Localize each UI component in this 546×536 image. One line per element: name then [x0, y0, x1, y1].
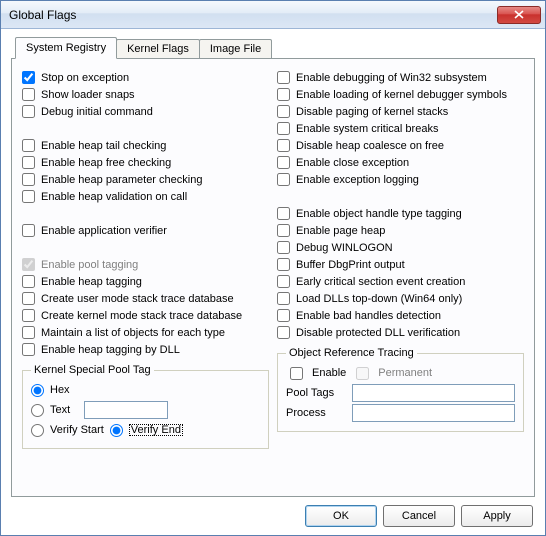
chk-enable-loading-kernel-dbg-symbols[interactable]: Enable loading of kernel debugger symbol…: [277, 86, 524, 103]
chk-ort-permanent: [356, 367, 369, 380]
chk-disable-paging-kernel-stacks[interactable]: Disable paging of kernel stacks: [277, 103, 524, 120]
checkbox-label: Permanent: [378, 367, 432, 379]
chk-enable-heap-tail-checking[interactable]: Enable heap tail checking: [22, 137, 269, 154]
cancel-button[interactable]: Cancel: [383, 505, 455, 527]
radio-label: Hex: [50, 384, 70, 396]
chk-create-user-mode-stack-trace-db[interactable]: Create user mode stack trace database: [22, 290, 269, 307]
tab-label: Image File: [210, 43, 261, 55]
chk-show-loader-snaps[interactable]: Show loader snaps: [22, 86, 269, 103]
chk-enable-object-handle-type-tagging[interactable]: Enable object handle type tagging: [277, 205, 524, 222]
dialog-buttons: OK Cancel Apply: [11, 497, 535, 527]
tab-system-registry[interactable]: System Registry: [15, 37, 117, 59]
chk-enable-heap-free-checking[interactable]: Enable heap free checking: [22, 154, 269, 171]
chk-maintain-list-of-objects[interactable]: Maintain a list of objects for each type: [22, 324, 269, 341]
close-icon: [514, 10, 524, 19]
radio-verify-start[interactable]: [31, 424, 44, 437]
checkbox-label: Enable: [312, 367, 346, 379]
chk-stop-on-exception[interactable]: Stop on exception: [22, 69, 269, 86]
chk-enable-heap-tagging-by-dll[interactable]: Enable heap tagging by DLL: [22, 341, 269, 358]
radio-verify-end[interactable]: [110, 424, 123, 437]
chk-enable-heap-validation-on-call[interactable]: Enable heap validation on call: [22, 188, 269, 205]
chk-buffer-dbgprint-output[interactable]: Buffer DbgPrint output: [277, 256, 524, 273]
chk-ort-enable[interactable]: [290, 367, 303, 380]
left-column: Stop on exception Show loader snaps Debu…: [22, 69, 269, 449]
title-bar: Global Flags: [1, 1, 545, 29]
chk-enable-exception-logging[interactable]: Enable exception logging: [277, 171, 524, 188]
group-legend: Kernel Special Pool Tag: [31, 364, 154, 376]
radio-label: Text: [50, 404, 78, 416]
tab-strip: System Registry Kernel Flags Image File: [15, 37, 535, 58]
pool-tags-label: Pool Tags: [286, 387, 346, 399]
pool-tags-input[interactable]: [352, 384, 515, 402]
tab-image-file[interactable]: Image File: [199, 39, 272, 58]
chk-disable-heap-coalesce-on-free[interactable]: Disable heap coalesce on free: [277, 137, 524, 154]
group-legend: Object Reference Tracing: [286, 347, 417, 359]
process-input[interactable]: [352, 404, 515, 422]
process-label: Process: [286, 407, 346, 419]
chk-debug-initial-command[interactable]: Debug initial command: [22, 103, 269, 120]
chk-enable-debugging-win32[interactable]: Enable debugging of Win32 subsystem: [277, 69, 524, 86]
chk-enable-page-heap[interactable]: Enable page heap: [277, 222, 524, 239]
group-object-reference-tracing: Object Reference Tracing Enable Permanen…: [277, 347, 524, 432]
pool-tag-input[interactable]: [84, 401, 168, 419]
radio-label: Verify Start: [50, 424, 104, 436]
right-column: Enable debugging of Win32 subsystem Enab…: [277, 69, 524, 449]
chk-enable-pool-tagging: Enable pool tagging: [22, 256, 269, 273]
chk-enable-bad-handles-detection[interactable]: Enable bad handles detection: [277, 307, 524, 324]
chk-enable-close-exception[interactable]: Enable close exception: [277, 154, 524, 171]
tab-label: Kernel Flags: [127, 43, 189, 55]
chk-enable-system-critical-breaks[interactable]: Enable system critical breaks: [277, 120, 524, 137]
chk-enable-heap-tagging[interactable]: Enable heap tagging: [22, 273, 269, 290]
chk-enable-heap-parameter-checking[interactable]: Enable heap parameter checking: [22, 171, 269, 188]
chk-early-critical-section-event[interactable]: Early critical section event creation: [277, 273, 524, 290]
chk-debug-winlogon[interactable]: Debug WINLOGON: [277, 239, 524, 256]
tab-panel: Stop on exception Show loader snaps Debu…: [11, 58, 535, 497]
window-title: Global Flags: [9, 8, 497, 22]
radio-hex[interactable]: [31, 384, 44, 397]
radio-text[interactable]: [31, 404, 44, 417]
radio-label: Verify End: [129, 424, 183, 436]
tab-label: System Registry: [26, 42, 106, 54]
group-kernel-special-pool-tag: Kernel Special Pool Tag Hex Text Verify …: [22, 364, 269, 449]
close-button[interactable]: [497, 6, 541, 24]
chk-disable-protected-dll-verification[interactable]: Disable protected DLL verification: [277, 324, 524, 341]
chk-load-dlls-top-down[interactable]: Load DLLs top-down (Win64 only): [277, 290, 524, 307]
ok-button[interactable]: OK: [305, 505, 377, 527]
apply-button[interactable]: Apply: [461, 505, 533, 527]
tab-kernel-flags[interactable]: Kernel Flags: [116, 39, 200, 58]
chk-create-kernel-mode-stack-trace-db[interactable]: Create kernel mode stack trace database: [22, 307, 269, 324]
chk-enable-application-verifier[interactable]: Enable application verifier: [22, 222, 269, 239]
